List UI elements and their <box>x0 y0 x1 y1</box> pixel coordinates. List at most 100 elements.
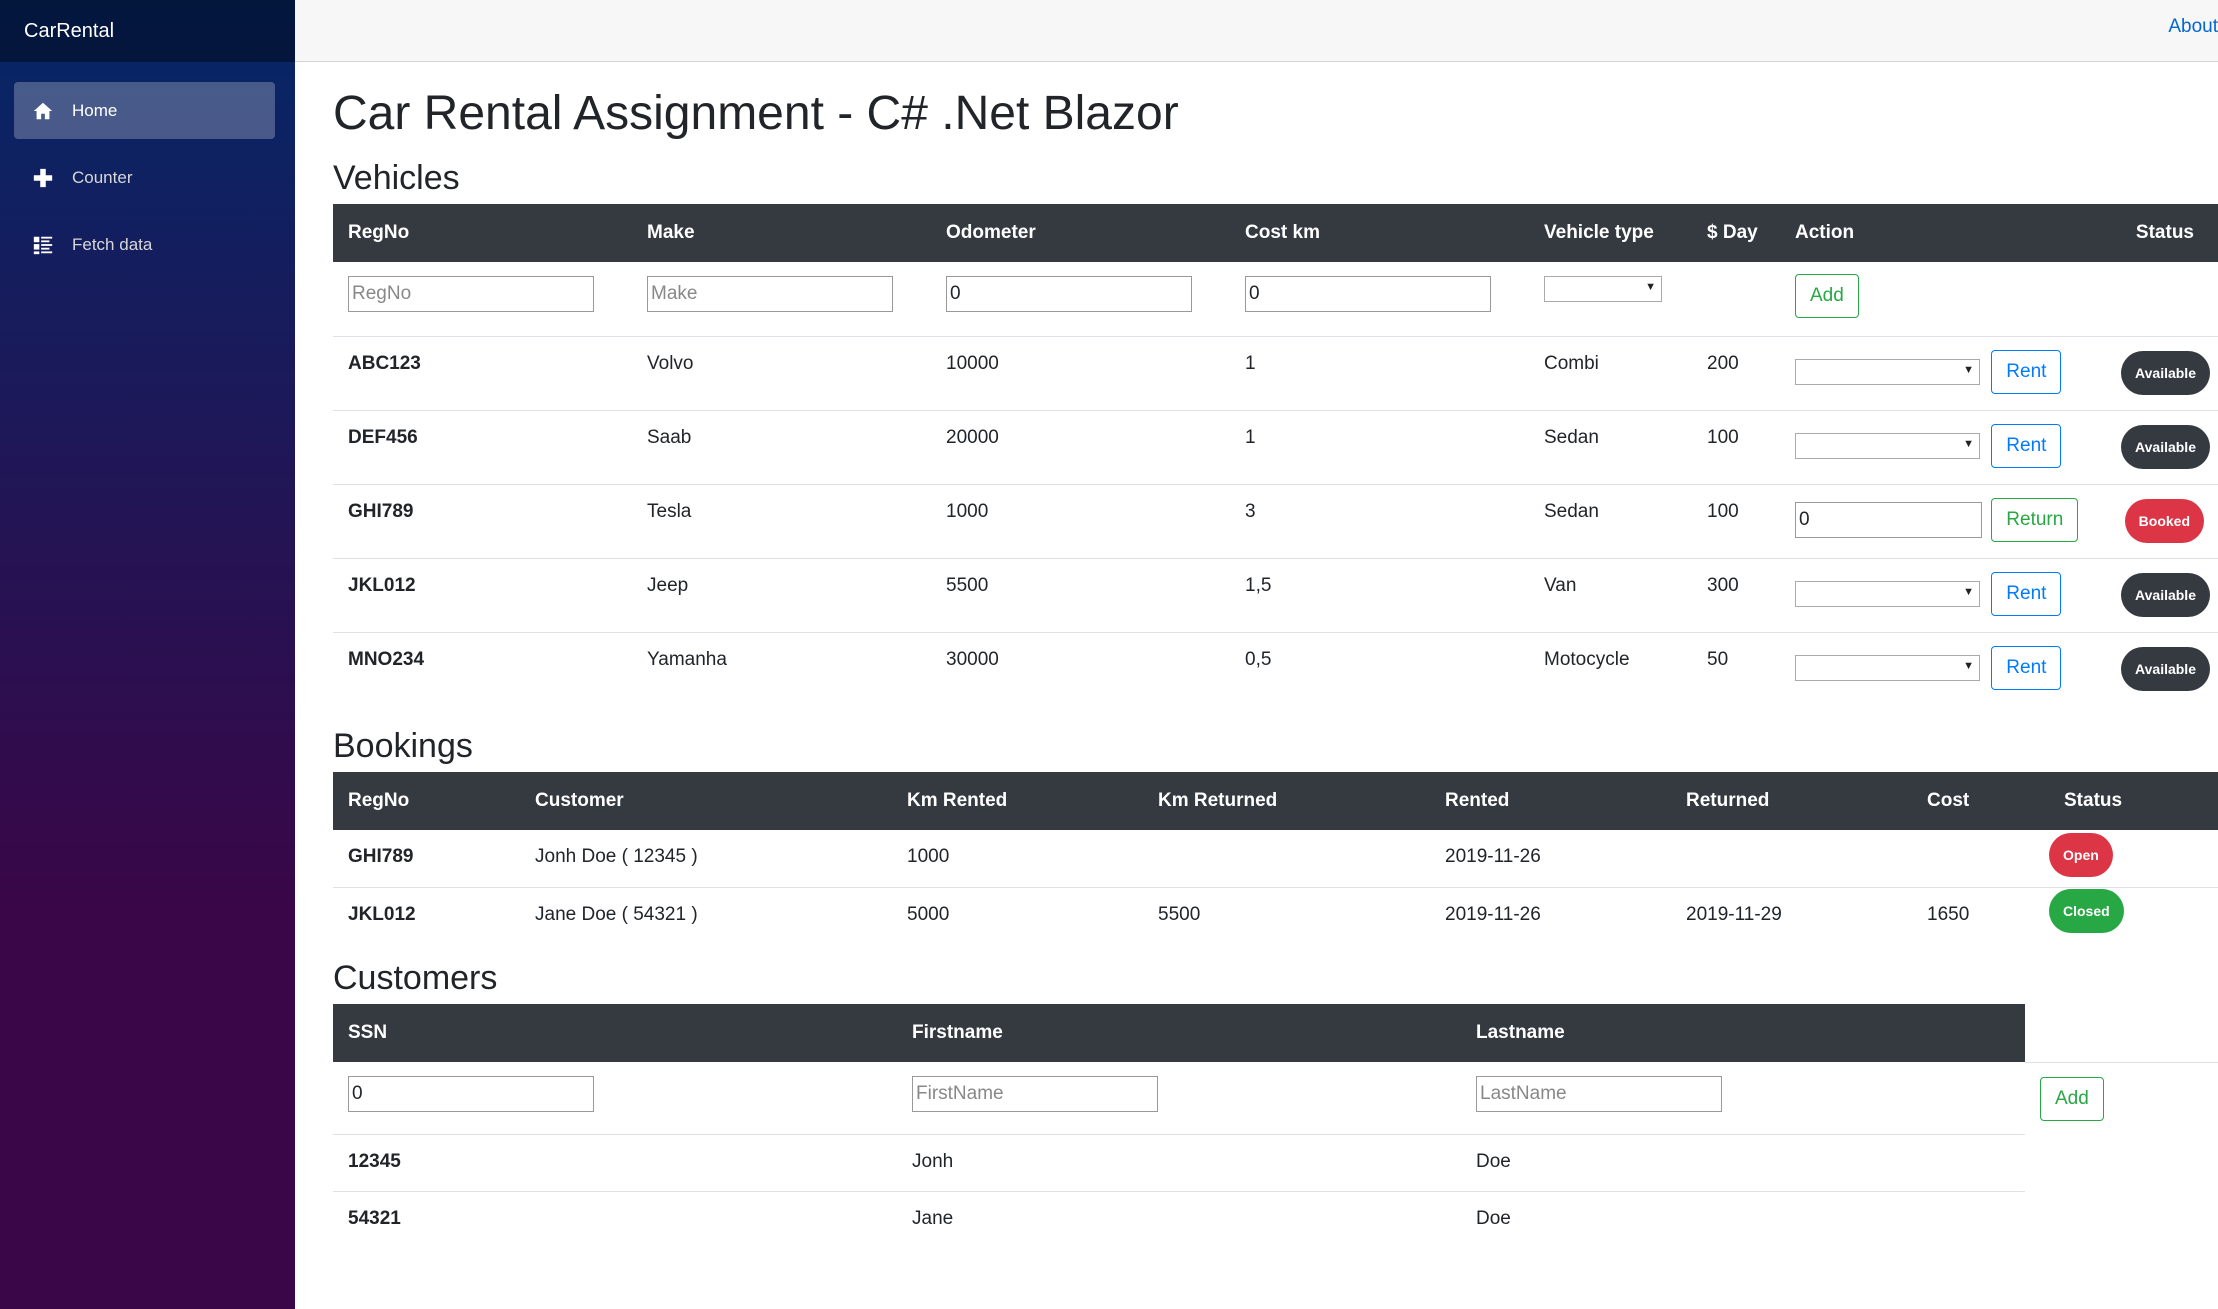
lastname-input[interactable] <box>1476 1076 1722 1112</box>
sidebar-item-fetch-data[interactable]: Fetch data <box>14 216 275 273</box>
status-badge: Available <box>2121 425 2210 469</box>
vehicle-type-cell: Combi <box>1529 335 1692 410</box>
add-vehicle-button[interactable]: Add <box>1795 274 1859 318</box>
firstname-cell: Jonh <box>897 1133 1461 1191</box>
regno-cell: GHI789 <box>333 483 632 558</box>
vehicles-heading: Vehicles <box>333 159 460 197</box>
day-cost-cell: 100 <box>1692 483 1780 558</box>
return-button[interactable]: Return <box>1991 497 2079 542</box>
cost-km-cell: 1 <box>1230 335 1529 410</box>
return-km-input[interactable] <box>1795 501 1982 538</box>
returned-date-cell <box>1671 830 1912 887</box>
sidebar-item-label: Counter <box>72 167 133 187</box>
column-header: Status <box>2064 790 2123 811</box>
table-row: DEF456 Saab 20000 1 Sedan 100 Rent Avail… <box>333 409 2218 484</box>
rent-button[interactable]: Rent <box>1991 645 2062 690</box>
status-cell: Open <box>2049 830 2218 887</box>
status-cell: Available <box>2105 631 2218 706</box>
status-badge: Available <box>2121 573 2210 617</box>
cost-km-cell: 1 <box>1230 409 1529 484</box>
sidebar-item-home[interactable]: Home <box>14 82 275 139</box>
km-rented-cell: 5000 <box>892 886 1143 944</box>
status-badge: Available <box>2121 351 2210 395</box>
odometer-cell: 5500 <box>931 557 1230 632</box>
vehicle-type-select[interactable] <box>1544 276 1662 302</box>
status-badge: Available <box>2121 647 2210 692</box>
cost-km-cell: 0,5 <box>1230 631 1529 706</box>
sidebar-item-counter[interactable]: Counter <box>14 149 275 206</box>
table-header-row: RegNo Customer Km Rented Km Returned Ren… <box>333 772 2218 830</box>
returned-date-cell: 2019-11-29 <box>1671 886 1912 944</box>
cost-km-cell: 1,5 <box>1230 557 1529 632</box>
bookings-table: RegNo Customer Km Rented Km Returned Ren… <box>333 772 2218 944</box>
vehicle-type-cell: Van <box>1529 557 1692 632</box>
km-returned-cell <box>1143 830 1430 887</box>
cost-km-input[interactable] <box>1245 276 1491 312</box>
new-customer-row: Add <box>333 1061 2218 1134</box>
lastname-cell: Doe <box>1461 1190 2025 1248</box>
make-cell: Saab <box>632 409 931 484</box>
lastname-cell: Doe <box>1461 1133 2025 1191</box>
vehicles-table: RegNo Make Odometer Cost km Vehicle type… <box>333 204 2218 706</box>
column-header: Lastname <box>1476 1022 1565 1043</box>
odometer-cell: 30000 <box>931 631 1230 706</box>
status-badge: Open <box>2049 833 2113 877</box>
column-header: Customer <box>535 790 624 811</box>
column-header: Returned <box>1686 790 1770 811</box>
new-vehicle-row: Add <box>333 262 2218 336</box>
day-cost-cell: 100 <box>1692 409 1780 484</box>
column-header: RegNo <box>348 222 410 243</box>
main-content: Car Rental Assignment - C# .Net Blazor V… <box>333 62 2218 1248</box>
customer-select[interactable] <box>1795 580 1980 607</box>
rent-button[interactable]: Rent <box>1991 423 2062 468</box>
table-header-row: RegNo Make Odometer Cost km Vehicle type… <box>333 204 2218 262</box>
status-badge: Booked <box>2124 499 2204 543</box>
add-customer-button[interactable]: Add <box>2040 1076 2104 1121</box>
customer-select[interactable] <box>1795 654 1980 681</box>
action-cell: Rent <box>1780 631 2105 706</box>
customer-cell: Jane Doe ( 54321 ) <box>520 886 892 944</box>
action-cell: Rent <box>1780 335 2105 410</box>
column-header: Firstname <box>912 1022 1003 1043</box>
customer-select[interactable] <box>1795 432 1980 459</box>
make-cell: Tesla <box>632 483 931 558</box>
status-cell: Closed <box>2049 886 2218 944</box>
sidebar: CarRental Home Counter Fetch data <box>0 0 295 1309</box>
customer-select[interactable] <box>1795 358 1980 385</box>
table-row: JKL012 Jeep 5500 1,5 Van 300 Rent Availa… <box>333 557 2218 632</box>
brand-title[interactable]: CarRental <box>0 0 295 62</box>
status-cell: Available <box>2105 409 2218 484</box>
column-header: Status <box>2135 222 2194 243</box>
rented-date-cell: 2019-11-26 <box>1445 846 1541 867</box>
status-badge: Closed <box>2049 888 2124 933</box>
ssn-input[interactable] <box>348 1076 594 1112</box>
column-header: SSN <box>348 1022 388 1043</box>
status-cell: Available <box>2105 335 2218 410</box>
odometer-cell: 10000 <box>931 335 1230 410</box>
nav-menu: Home Counter Fetch data <box>0 62 295 273</box>
status-cell: Available <box>2105 557 2218 632</box>
top-row: About <box>295 0 2218 62</box>
action-cell: Rent <box>1780 557 2105 632</box>
rent-button[interactable]: Rent <box>1991 349 2062 394</box>
odometer-input[interactable] <box>946 276 1192 312</box>
rented-date-cell: 2019-11-26 <box>1430 886 1671 944</box>
column-header: Action <box>1795 222 1855 243</box>
firstname-input[interactable] <box>912 1076 1158 1112</box>
customer-cell: Jonh Doe ( 12345 ) <box>535 846 698 867</box>
about-link[interactable]: About <box>2168 16 2218 38</box>
ssn-cell: 54321 <box>333 1190 897 1248</box>
table-row: ABC123 Volvo 10000 1 Combi 200 Rent Avai… <box>333 335 2218 410</box>
column-header: Make <box>647 222 695 243</box>
rent-button[interactable]: Rent <box>1991 571 2062 616</box>
regno-input[interactable] <box>348 276 594 312</box>
make-input[interactable] <box>647 276 893 312</box>
day-cost-cell: 50 <box>1692 631 1780 706</box>
make-cell: Yamanha <box>632 631 931 706</box>
column-header: Odometer <box>946 222 1036 243</box>
cost-cell: 1650 <box>1912 886 2049 944</box>
table-row: JKL012 Jane Doe ( 54321 ) 5000 5500 2019… <box>333 886 2218 944</box>
column-header: Cost km <box>1245 222 1320 243</box>
table-row: MNO234 Yamanha 30000 0,5 Motocycle 50 Re… <box>333 631 2218 706</box>
odometer-cell: 1000 <box>931 483 1230 558</box>
